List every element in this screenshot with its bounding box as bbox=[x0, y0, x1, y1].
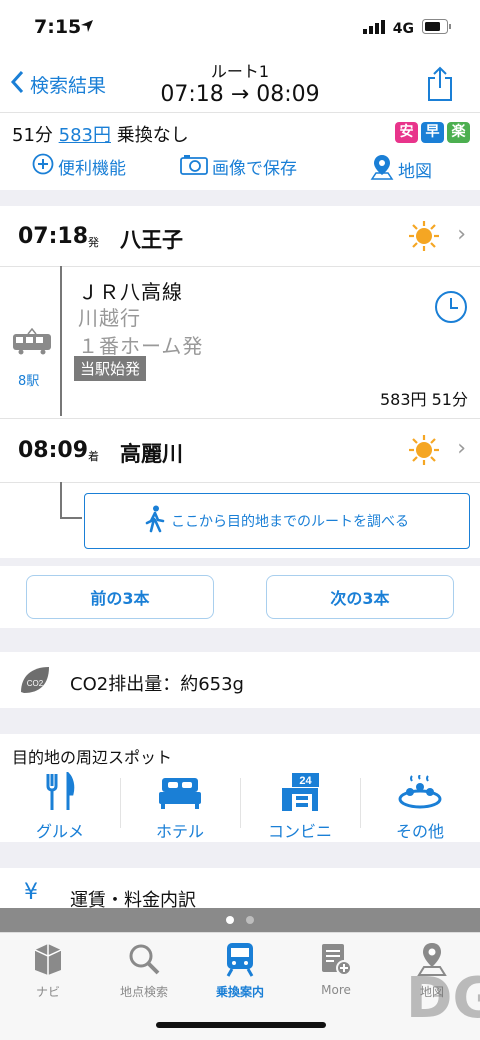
route-line bbox=[60, 266, 62, 416]
divider bbox=[0, 418, 480, 419]
signal-icon bbox=[362, 19, 385, 38]
depart-time: 07:18 bbox=[18, 224, 89, 249]
save-image-button[interactable]: 画像で保存 bbox=[180, 153, 297, 180]
arrive-mark: 着 bbox=[88, 450, 99, 463]
spot-label: その他 bbox=[395, 822, 444, 841]
status-time: 7:15 bbox=[34, 16, 82, 38]
share-icon bbox=[426, 66, 454, 106]
status-bar: 7:15 4G bbox=[0, 0, 480, 56]
co2-icon-label: CO2 bbox=[27, 679, 44, 688]
route-times: 07:18 → 08:09 bbox=[160, 82, 320, 107]
network-label: 4G bbox=[392, 20, 414, 37]
home-indicator[interactable] bbox=[156, 1022, 326, 1028]
chevron-right-icon: › bbox=[457, 436, 466, 461]
walking-person-icon bbox=[145, 505, 165, 537]
prev-3-button[interactable]: 前の3本 bbox=[26, 575, 214, 619]
page-indicator bbox=[0, 908, 480, 932]
plus-circle-icon bbox=[32, 153, 54, 180]
map-button[interactable]: 地図 bbox=[370, 153, 432, 186]
tab-navi[interactable]: ナビ bbox=[0, 941, 96, 1000]
page-dot-active[interactable] bbox=[226, 916, 234, 924]
spot-label: グルメ bbox=[35, 822, 84, 841]
train-icon bbox=[12, 327, 52, 360]
onsen-icon bbox=[398, 774, 442, 813]
bed-icon bbox=[158, 774, 202, 814]
map-label: 地図 bbox=[398, 162, 432, 182]
arrival-station-row[interactable]: 08:09 着 高麗川 › bbox=[0, 420, 480, 480]
tab-transit[interactable]: 乗換案内 bbox=[192, 941, 288, 1000]
tab-label: 乗換案内 bbox=[215, 985, 264, 999]
next-3-button[interactable]: 次の3本 bbox=[266, 575, 454, 619]
fare-link[interactable]: 583円 bbox=[59, 125, 111, 146]
spot-gourmet[interactable]: グルメ bbox=[0, 770, 120, 842]
pagination-buttons: 前の3本 次の3本 bbox=[0, 566, 480, 628]
share-button[interactable] bbox=[426, 66, 454, 106]
tab-label: More bbox=[321, 983, 351, 997]
fare-detail-row[interactable]: ¥ 運賃・料金内訳 bbox=[0, 868, 480, 911]
line-name: ＪＲ八高線 bbox=[78, 280, 183, 304]
arrive-time: 08:09 bbox=[18, 438, 89, 463]
summary-line: 51分 583円 乗換なし bbox=[12, 121, 189, 147]
train-front-icon bbox=[225, 941, 255, 980]
camera-icon bbox=[180, 153, 208, 180]
save-image-label: 画像で保存 bbox=[212, 159, 297, 179]
badge-easy: 楽 bbox=[447, 122, 470, 143]
spot-label: ホテル bbox=[155, 822, 204, 841]
tab-label: ナビ bbox=[35, 985, 60, 999]
watermark-logo: DG bbox=[406, 966, 480, 1031]
spot-hotel[interactable]: ホテル bbox=[120, 774, 240, 842]
walk-route-button[interactable]: ここから目的地までのルートを調べる bbox=[84, 493, 470, 549]
duration: 51分 bbox=[12, 125, 53, 146]
map-pin-icon bbox=[370, 153, 394, 186]
co2-row: CO2 CO2排出量：約653g bbox=[0, 652, 480, 708]
yen-icon: ¥ bbox=[24, 880, 38, 905]
line-direction: 川越行 bbox=[78, 306, 141, 330]
divider bbox=[0, 266, 480, 267]
depart-station: 八王子 bbox=[120, 228, 183, 252]
arrive-station: 高麗川 bbox=[120, 442, 183, 466]
route-badges: 安 早 楽 bbox=[395, 122, 470, 143]
search-icon bbox=[128, 943, 160, 978]
sunny-icon bbox=[408, 434, 440, 470]
platform: １番ホーム発 bbox=[78, 334, 204, 358]
route-card: 07:18 発 八王子 › 8駅 ＪＲ八高線 川越行 １番ホーム発 当駅始発 5… bbox=[0, 206, 480, 558]
store-24-icon: 24 bbox=[280, 772, 320, 816]
page-dot[interactable] bbox=[246, 916, 254, 924]
navigation-bar: 検索結果 ルート1 07:18 → 08:09 bbox=[0, 56, 480, 112]
navi-icon bbox=[31, 942, 65, 979]
badge-fast: 早 bbox=[421, 122, 444, 143]
nearby-spots: 目的地の周辺スポット グルメ ホテル 24 コンビニ その他 bbox=[0, 734, 480, 842]
chevron-right-icon: › bbox=[457, 222, 466, 247]
line-fare-time: 583円 51分 bbox=[380, 390, 468, 409]
origin-badge: 当駅始発 bbox=[74, 356, 147, 381]
departure-station-row[interactable]: 07:18 発 八王子 › bbox=[0, 206, 480, 266]
battery-icon bbox=[422, 19, 452, 38]
co2-text: CO2排出量：約653g bbox=[70, 674, 244, 695]
depart-mark: 発 bbox=[88, 236, 99, 249]
fork-knife-icon bbox=[44, 770, 76, 816]
features-button[interactable]: 便利機能 bbox=[32, 153, 126, 180]
spots-heading: 目的地の周辺スポット bbox=[12, 748, 173, 767]
location-arrow-icon bbox=[80, 18, 94, 37]
svg-text:24: 24 bbox=[299, 775, 312, 787]
spot-other[interactable]: その他 bbox=[360, 774, 480, 842]
route-summary: 51分 583円 乗換なし 安 早 楽 便利機能 画像で保存 地図 bbox=[0, 112, 480, 190]
transfers: 乗換なし bbox=[116, 125, 189, 146]
walk-connector bbox=[60, 482, 84, 526]
features-label: 便利機能 bbox=[58, 159, 126, 179]
leaf-co2-icon: CO2 bbox=[18, 664, 52, 700]
badge-cheap: 安 bbox=[395, 122, 418, 143]
page-title: ルート1 bbox=[210, 62, 270, 81]
tab-label: 地点検索 bbox=[119, 985, 168, 999]
more-document-icon bbox=[320, 942, 352, 979]
walk-route-label: ここから目的地までのルートを調べる bbox=[171, 514, 409, 530]
sunny-icon bbox=[408, 220, 440, 256]
tab-more[interactable]: More bbox=[288, 941, 384, 997]
stop-count: 8駅 bbox=[18, 374, 40, 389]
tab-spot-search[interactable]: 地点検索 bbox=[96, 941, 192, 1000]
spot-convenience[interactable]: 24 コンビニ bbox=[240, 772, 360, 842]
spot-label: コンビニ bbox=[267, 822, 332, 841]
clock-icon[interactable] bbox=[434, 290, 468, 328]
